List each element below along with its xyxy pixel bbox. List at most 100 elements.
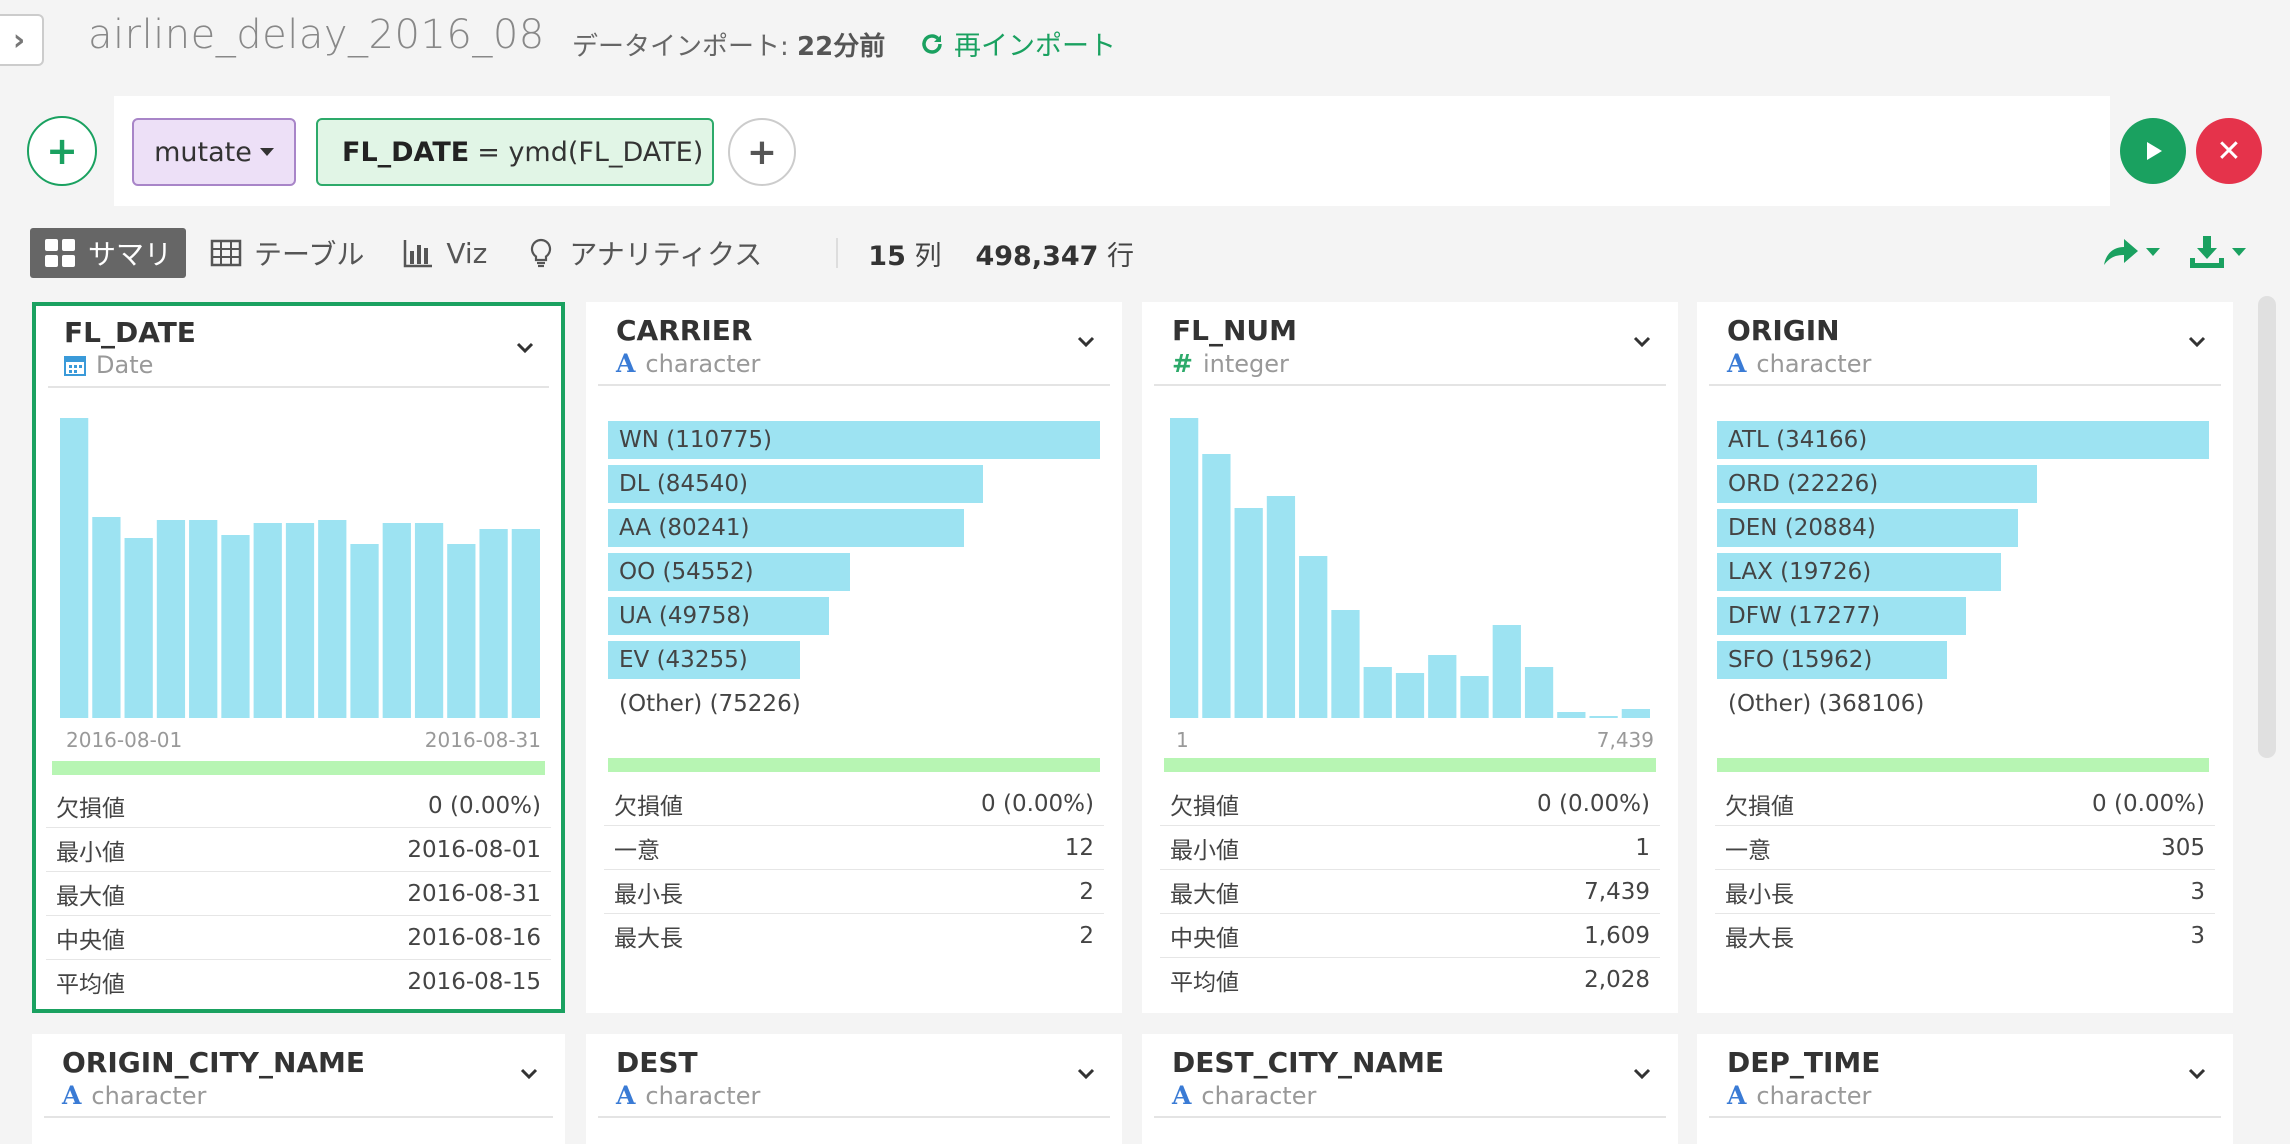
histogram-bar[interactable] <box>1524 667 1554 718</box>
view-tabs: サマリ テーブル Viz アナリティクス 15 列 498,347 行 <box>30 228 1134 278</box>
chevron-down-icon[interactable] <box>519 1064 539 1084</box>
column-card-fl-date[interactable]: FL_DATE Date 2016-08-01 2016-08-31 欠損値 0 … <box>32 302 565 1013</box>
category-row[interactable]: DL (84540) <box>608 462 1100 506</box>
share-button[interactable] <box>2100 235 2160 269</box>
axis-max-label: 2016-08-31 <box>424 728 541 752</box>
caret-down-icon <box>2232 248 2246 256</box>
column-card-dest-city-name[interactable]: DEST_CITY_NAME A character <box>1142 1034 1678 1144</box>
tab-analytics[interactable]: アナリティクス <box>511 228 776 278</box>
histogram-bar[interactable] <box>92 517 121 718</box>
histogram-bar[interactable] <box>1170 418 1199 718</box>
chevron-down-icon[interactable] <box>1076 1064 1096 1084</box>
histogram-bar[interactable] <box>221 535 250 718</box>
add-argument-button[interactable]: + <box>728 118 796 186</box>
histogram-bar[interactable] <box>1299 556 1328 718</box>
category-row[interactable]: (Other) (368106) <box>1717 682 2209 726</box>
completeness-bar <box>608 758 1100 772</box>
reimport-link[interactable]: 再インポート <box>920 24 1116 63</box>
histogram-bar[interactable] <box>414 523 444 718</box>
stat-label: 欠損値 <box>1170 793 1239 820</box>
stat-label: 一意 <box>1725 837 1771 864</box>
category-row[interactable]: DFW (17277) <box>1717 594 2209 638</box>
vertical-scrollbar[interactable] <box>2258 296 2276 758</box>
stat-value: 3 <box>2190 878 2205 905</box>
chevron-down-icon[interactable] <box>515 338 535 358</box>
histogram-bar[interactable] <box>479 529 508 718</box>
tab-viz[interactable]: Viz <box>388 228 501 278</box>
histogram-bar[interactable] <box>1557 712 1586 718</box>
category-row[interactable]: SFO (15962) <box>1717 638 2209 682</box>
histogram-bar[interactable] <box>350 544 379 718</box>
table-icon <box>210 239 242 267</box>
stat-value: 2016-08-15 <box>407 969 541 995</box>
category-row[interactable]: DEN (20884) <box>1717 506 2209 550</box>
sidebar-toggle-button[interactable]: › <box>0 14 44 66</box>
category-row[interactable]: (Other) (75226) <box>608 682 1100 726</box>
column-name: DEST_CITY_NAME <box>1172 1046 1445 1079</box>
column-card-origin-city-name[interactable]: ORIGIN_CITY_NAME A character <box>32 1034 565 1144</box>
histogram-bar[interactable] <box>318 520 347 718</box>
tab-summary[interactable]: サマリ <box>30 228 187 278</box>
histogram-bar[interactable] <box>1234 508 1263 718</box>
chevron-down-icon[interactable] <box>2187 332 2207 352</box>
category-row[interactable]: OO (54552) <box>608 550 1100 594</box>
histogram-bar[interactable] <box>1492 625 1521 718</box>
category-row[interactable]: AA (80241) <box>608 506 1100 550</box>
chevron-down-icon[interactable] <box>1632 1064 1652 1084</box>
stat-label: 最小値 <box>1170 837 1239 864</box>
histogram-bar[interactable] <box>1363 667 1392 718</box>
column-card-dep-time[interactable]: DEP_TIME A character <box>1697 1034 2233 1144</box>
histogram-bar[interactable] <box>1202 454 1231 718</box>
histogram-bar[interactable] <box>511 529 540 718</box>
histogram-bar[interactable] <box>285 523 315 718</box>
histogram-bar[interactable] <box>1331 610 1360 718</box>
histogram-bar[interactable] <box>253 523 282 718</box>
histogram-bar[interactable] <box>1589 716 1618 718</box>
column-card-carrier[interactable]: CARRIER A character WN (110775) DL (84540… <box>586 302 1122 1013</box>
stats-table: 欠損値 0 (0.00%) 一意 305 最小長 3 最大長 3 <box>1715 782 2215 958</box>
histogram-bar[interactable] <box>189 520 218 718</box>
column-card-dest[interactable]: DEST A character <box>586 1034 1122 1144</box>
column-card-fl-num[interactable]: FL_NUM # integer 1 7,439 欠損値 0 (0.00%) 最小値… <box>1142 302 1678 1013</box>
histogram-bar[interactable] <box>1266 496 1296 718</box>
download-button[interactable] <box>2188 234 2246 270</box>
stat-label: 最大長 <box>614 926 683 952</box>
category-row[interactable]: ORD (22226) <box>1717 462 2209 506</box>
add-step-button[interactable]: + <box>27 116 97 186</box>
histogram-bar[interactable] <box>1460 676 1489 718</box>
category-label: SFO (15962) <box>1728 647 1873 673</box>
stat-label: 最小長 <box>1725 881 1794 908</box>
histogram-bar[interactable] <box>60 418 89 718</box>
column-count: 15 列 <box>868 240 942 272</box>
category-label: EV (43255) <box>619 647 748 673</box>
stat-value: 0 (0.00%) <box>2092 790 2205 817</box>
chevron-down-icon[interactable] <box>1632 332 1652 352</box>
histogram-bar[interactable] <box>156 520 186 718</box>
column-name: FL_NUM <box>1172 314 1298 347</box>
text-a-icon: A <box>1727 349 1747 378</box>
expression-editor[interactable]: FL_DATE = ymd(FL_DATE) <box>316 118 714 186</box>
histogram-bar[interactable] <box>1395 673 1425 718</box>
cancel-button[interactable]: ✕ <box>2196 118 2262 184</box>
histogram-bar[interactable] <box>1621 709 1650 718</box>
run-button[interactable] <box>2120 118 2186 184</box>
divider <box>48 386 549 388</box>
histogram-bar[interactable] <box>382 523 411 718</box>
histogram-bar[interactable] <box>1428 655 1457 718</box>
stat-label: 欠損値 <box>56 795 125 822</box>
chevron-down-icon[interactable] <box>2187 1064 2207 1084</box>
histogram-bar[interactable] <box>124 538 153 718</box>
category-row[interactable]: LAX (19726) <box>1717 550 2209 594</box>
category-row[interactable]: ATL (34166) <box>1717 418 2209 462</box>
category-row[interactable]: UA (49758) <box>608 594 1100 638</box>
tab-table[interactable]: テーブル <box>196 228 378 278</box>
command-dropdown[interactable]: mutate <box>132 118 296 186</box>
category-row[interactable]: EV (43255) <box>608 638 1100 682</box>
chevron-down-icon[interactable] <box>1076 332 1096 352</box>
download-icon <box>2190 236 2224 268</box>
histogram-bar[interactable] <box>447 544 476 718</box>
stat-row: 最小値 2016-08-01 <box>46 828 551 872</box>
category-row[interactable]: WN (110775) <box>608 418 1100 462</box>
column-card-origin[interactable]: ORIGIN A character ATL (34166) ORD (22226… <box>1697 302 2233 1013</box>
divider <box>836 238 839 268</box>
